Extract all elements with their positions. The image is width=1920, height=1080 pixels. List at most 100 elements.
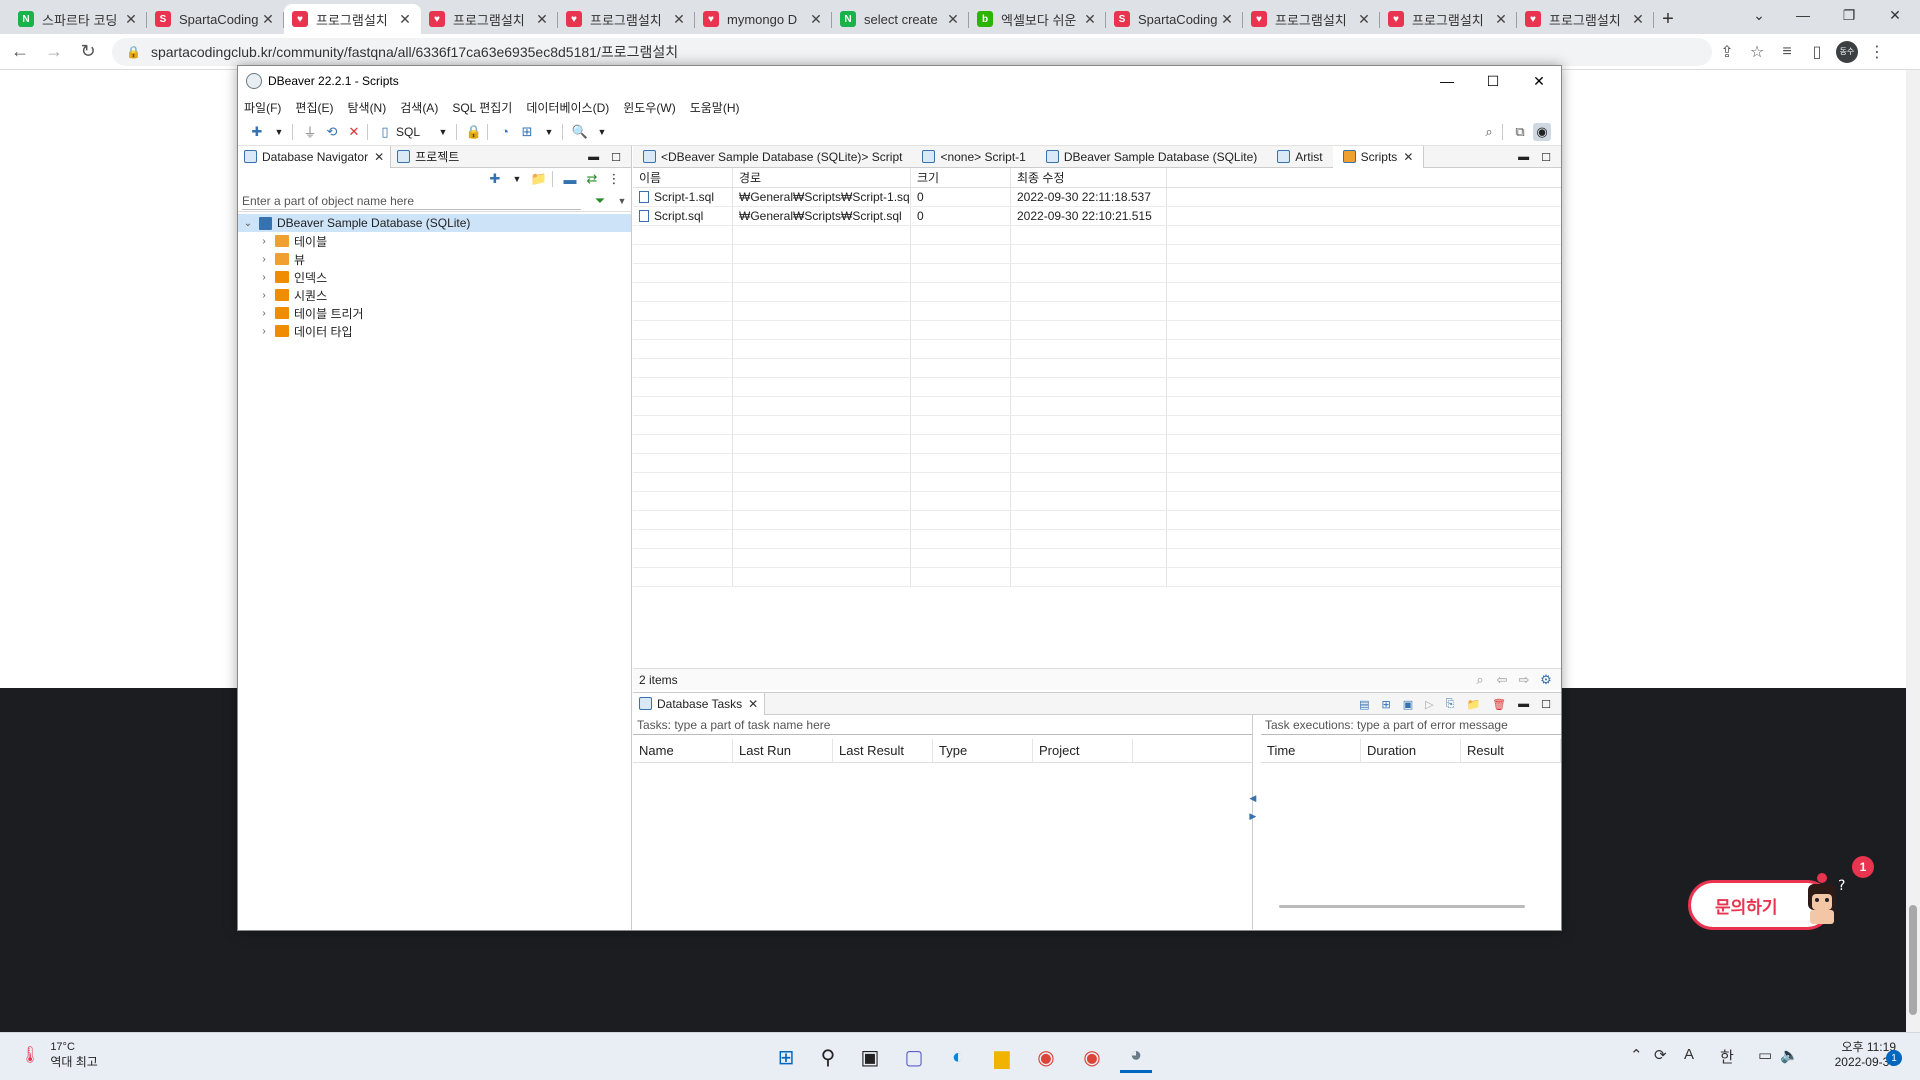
browser-tab[interactable]: ♥ 프로그램설치 ✕ [421,4,558,34]
tree-item[interactable]: › 시퀀스 [238,286,631,304]
table-row[interactable]: Script.sql ₩General₩Scripts₩Script.sql 0 20… [633,207,1561,226]
browser-tab[interactable]: ♥ 프로그램설치 ✕ [284,4,421,34]
editor-tab[interactable]: Artist [1267,146,1332,168]
sync-icon[interactable]: ⟳ [1654,1046,1667,1064]
db-maximize-button[interactable]: ☐ [1470,66,1516,96]
dropdown-icon[interactable]: ▼ [434,123,452,141]
column-header[interactable]: Type [933,739,1033,762]
forward-button[interactable]: → [40,38,68,66]
column-header[interactable]: Project [1033,739,1133,762]
tab-search-icon[interactable]: ⌄ [1736,0,1782,30]
delete-task-icon[interactable]: 🗑 [1492,698,1506,711]
tree-item[interactable]: › 뷰 [238,250,631,268]
back-icon[interactable]: ⇦ [1493,671,1511,689]
menu-item[interactable]: 데이터베이스(D) [526,99,609,116]
search-icon[interactable]: 🔍 [571,123,589,141]
close-icon[interactable]: ✕ [534,11,550,28]
browser-tab[interactable]: ♥ 프로그램설치 ✕ [1380,4,1517,34]
file-explorer-icon[interactable]: ▆ [986,1041,1018,1073]
new-connection-icon[interactable]: ✚ [248,123,266,141]
close-icon[interactable]: ✕ [1403,150,1413,164]
dbeaver-taskbar-icon[interactable]: ◕ [1120,1041,1152,1073]
windows-start-icon[interactable]: ⊞ [770,1041,802,1073]
new-connection-icon[interactable]: ✚ [486,170,504,188]
column-header[interactable]: Last Run [733,739,833,762]
erd-icon[interactable]: ⊞ [518,123,536,141]
browser-tab[interactable]: ♥ 프로그램설치 ✕ [1517,4,1654,34]
close-icon[interactable]: ✕ [671,11,687,28]
schedule-icon[interactable]: ⎘ [1446,698,1455,711]
task-view-icon[interactable]: ▣ [854,1041,886,1073]
dropdown-icon[interactable]: ▼ [593,123,611,141]
dbeaver-perspective-icon[interactable]: ◉ [1533,122,1551,141]
tree-item[interactable]: › 테이블 [238,232,631,250]
splitter-arrows-icon[interactable]: ◀ ▶ [1249,789,1256,825]
browser-tab[interactable]: S SpartaCoding ✕ [1106,4,1243,34]
db-minimize-button[interactable]: — [1424,66,1470,96]
task-folder-icon[interactable]: 📁 [1466,698,1480,711]
browser-tab[interactable]: N 스파르타 코딩 ✕ [10,4,147,34]
task-exec-filter-input[interactable]: Task executions: type a part of error me… [1261,715,1561,735]
search-icon[interactable]: ⚲ [812,1041,844,1073]
browser-tab[interactable]: b 엑셀보다 쉬운 ✕ [969,4,1106,34]
address-bar[interactable]: 🔒 spartacodingclub.kr/community/fastqna/… [112,37,1712,66]
browser-tab[interactable]: ♥ 프로그램설치 ✕ [1243,4,1380,34]
weather-widget[interactable]: 🌡 17°C 역대 최고 [20,1040,98,1070]
menu-item[interactable]: 검색(A) [400,99,438,116]
column-header[interactable]: Result [1461,739,1561,762]
minimize-icon[interactable]: ▬ [588,151,599,163]
page-scrollbar-thumb[interactable] [1909,905,1917,1015]
close-icon[interactable]: ✕ [374,150,384,164]
dropdown-icon[interactable]: ▼ [613,192,631,210]
reading-list-icon[interactable]: ≡ [1772,38,1802,66]
profile-avatar[interactable]: 동수 [1832,38,1862,66]
column-header[interactable]: Name [633,739,733,762]
view-menu-icon[interactable]: ⋮ [605,170,623,188]
close-icon[interactable]: ✕ [1493,11,1509,28]
editor-tab[interactable]: <DBeaver Sample Database (SQLite)> Scrip… [633,146,912,168]
tree-item[interactable]: › 데이터 타입 [238,322,631,340]
dashboard-icon[interactable]: ◔ [496,123,514,141]
minimize-button[interactable]: — [1780,0,1826,30]
global-search-icon[interactable]: ⌕ [1480,123,1498,141]
input-mode-label[interactable]: A [1684,1046,1694,1063]
tab-database-tasks[interactable]: Database Tasks ✕ [633,692,766,715]
chevron-right-icon[interactable]: › [258,308,270,319]
editor-tab[interactable]: DBeaver Sample Database (SQLite) [1036,146,1267,168]
chevron-right-icon[interactable]: › [258,290,270,301]
editor-tab[interactable]: <none> Script-1 [912,146,1035,168]
column-header[interactable]: 이름 [633,168,733,187]
bookmark-star-icon[interactable]: ☆ [1742,38,1772,66]
chrome-icon[interactable]: ◉ [1030,1041,1062,1073]
close-icon[interactable]: ✕ [260,11,276,28]
tab-project[interactable]: 프로젝트 [391,146,465,168]
column-header[interactable]: Last Result [833,739,933,762]
close-icon[interactable]: ✕ [748,697,758,711]
column-header[interactable]: 크기 [911,168,1011,187]
ime-label[interactable]: 한 [1720,1046,1734,1067]
notification-count[interactable]: 1 [1886,1050,1902,1066]
back-button[interactable]: ← [6,38,34,66]
menu-item[interactable]: 편집(E) [295,99,333,116]
navigator-filter-input[interactable]: Enter a part of object name here [242,192,581,210]
menu-item[interactable]: 탐색(N) [347,99,386,116]
clock[interactable]: 오후 11:19 2022-09-30 [1808,1040,1896,1070]
menu-item[interactable]: 도움말(H) [690,99,740,116]
browser-tab[interactable]: ♥ mymongo D ✕ [695,4,832,34]
chevron-right-icon[interactable]: › [258,236,270,247]
table-row[interactable]: Script-1.sql ₩General₩Scripts₩Script-1.sq… [633,188,1561,207]
maximize-icon[interactable]: ☐ [1541,698,1551,711]
editor-tab[interactable]: Scripts ✕ [1332,145,1425,168]
link-editor-icon[interactable]: ⇄ [583,170,601,188]
browser-tab[interactable]: ♥ 프로그램설치 ✕ [558,4,695,34]
close-icon[interactable]: ✕ [1630,11,1646,28]
minimize-icon[interactable]: ▬ [1518,698,1529,710]
chevron-right-icon[interactable]: › [258,272,270,283]
chevron-down-icon[interactable]: ⌄ [242,218,254,229]
chevron-right-icon[interactable]: › [258,254,270,265]
maximize-icon[interactable]: ☐ [611,151,621,164]
close-icon[interactable]: ✕ [808,11,824,28]
task-calendar-icon[interactable]: ▣ [1403,698,1413,711]
sql-editor-icon[interactable]: ▯ [376,123,394,141]
chevron-right-icon[interactable]: › [258,326,270,337]
